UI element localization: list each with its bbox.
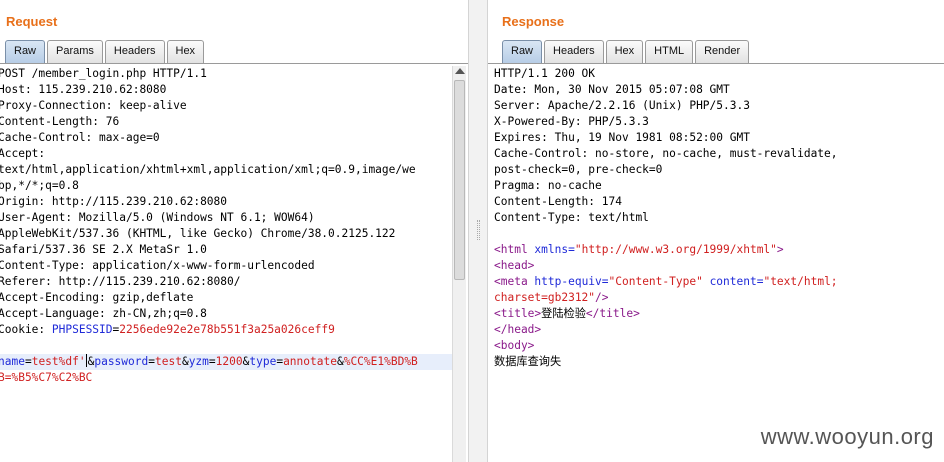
html-attr-value: charset=gb2312" bbox=[494, 291, 596, 304]
html-line: <meta http-equiv="Content-Type" content=… bbox=[494, 274, 944, 290]
param-value: B=%B5%C7%C2%BC bbox=[0, 371, 93, 384]
param-value: test bbox=[154, 355, 182, 368]
param-value: 1200 bbox=[215, 355, 243, 368]
param-value: annotate bbox=[283, 355, 337, 368]
request-line: POST /member_login.php HTTP/1.1 bbox=[0, 67, 207, 80]
watermark: www.wooyun.org bbox=[760, 424, 934, 449]
param-value: %CC%E1%BD%B bbox=[343, 355, 418, 368]
html-line: charset=gb2312"/> bbox=[494, 290, 944, 306]
html-line: 数据库查询失 bbox=[494, 354, 944, 370]
html-tag: </head> bbox=[494, 323, 542, 336]
response-line: X-Powered-By: PHP/5.3.3 bbox=[494, 115, 649, 128]
response-line: Cache-Control: no-store, no-cache, must-… bbox=[494, 147, 838, 160]
scroll-thumb[interactable] bbox=[454, 80, 465, 280]
request-line: Accept: bbox=[0, 147, 46, 160]
html-line: <head> bbox=[494, 258, 944, 274]
response-line: HTTP/1.1 200 OK bbox=[494, 67, 596, 80]
request-editor[interactable]: POST /member_login.php HTTP/1.1 Host: 11… bbox=[0, 66, 452, 462]
body-line: B=%B5%C7%C2%BC bbox=[0, 370, 452, 386]
request-tabbar: Raw Params Headers Hex bbox=[5, 40, 206, 64]
param-name: password bbox=[94, 355, 149, 368]
request-line: Host: 115.239.210.62:8080 bbox=[0, 83, 167, 96]
request-line: Cache-Control: max-age=0 bbox=[0, 131, 160, 144]
request-scrollbar[interactable] bbox=[452, 66, 466, 462]
request-line: Content-Type: application/x-www-form-url… bbox=[0, 259, 315, 272]
html-attr: http-equiv= bbox=[534, 275, 609, 288]
request-line: User-Agent: Mozilla/5.0 (Windows NT 6.1;… bbox=[0, 211, 315, 224]
html-line: <title>登陆检验</title> bbox=[494, 306, 944, 322]
tab-html[interactable]: HTML bbox=[645, 40, 694, 63]
param-name: type bbox=[249, 355, 277, 368]
html-tag: /> bbox=[595, 291, 609, 304]
response-line: Pragma: no-cache bbox=[494, 179, 602, 192]
html-line: </head> bbox=[494, 322, 944, 338]
cookie-line: Cookie: PHPSESSID=2256ede92e2e78b551f3a2… bbox=[0, 323, 335, 336]
pane-splitter[interactable] bbox=[468, 0, 488, 462]
text-cursor bbox=[85, 354, 87, 367]
html-attr-value: "text/html; bbox=[763, 275, 838, 288]
html-attr: content= bbox=[709, 275, 764, 288]
response-line: Server: Apache/2.2.16 (Unix) PHP/5.3.3 bbox=[494, 99, 750, 112]
response-tabbar: Raw Headers Hex HTML Render bbox=[502, 40, 751, 64]
param-name: yzm bbox=[188, 355, 209, 368]
tab-hex[interactable]: Hex bbox=[605, 40, 644, 63]
html-tag: <meta bbox=[494, 275, 535, 288]
response-title: Response bbox=[502, 14, 565, 29]
response-line: Date: Mon, 30 Nov 2015 05:07:08 GMT bbox=[494, 83, 730, 96]
request-line: text/html,application/xhtml+xml,applicat… bbox=[0, 163, 416, 176]
request-line: Safari/537.36 SE 2.X MetaSr 1.0 bbox=[0, 243, 207, 256]
tab-raw[interactable]: Raw bbox=[5, 40, 46, 63]
response-line: post-check=0, pre-check=0 bbox=[494, 163, 663, 176]
request-title: Request bbox=[6, 14, 58, 29]
body-line: name=test%df' &password=test&yzm=1200&typ… bbox=[0, 354, 452, 370]
splitter-grip-icon bbox=[477, 220, 480, 240]
html-tag: > bbox=[776, 243, 784, 256]
request-line: bp,*/*;q=0.8 bbox=[0, 179, 79, 192]
request-line: Referer: http://115.239.210.62:8080/ bbox=[0, 275, 241, 288]
tab-hex[interactable]: Hex bbox=[166, 40, 205, 63]
request-pane: Request Raw Params Headers Hex POST /mem… bbox=[0, 0, 468, 462]
request-line: Accept-Encoding: gzip,deflate bbox=[0, 291, 194, 304]
tab-raw[interactable]: Raw bbox=[502, 40, 543, 63]
html-attr-value: "http://www.w3.org/1999/xhtml" bbox=[574, 243, 777, 256]
html-text: 登陆检验 bbox=[541, 307, 586, 320]
request-line: Proxy-Connection: keep-alive bbox=[0, 99, 187, 112]
html-tag: <html bbox=[494, 243, 535, 256]
tab-params[interactable]: Params bbox=[47, 40, 103, 63]
tab-headers[interactable]: Headers bbox=[544, 40, 604, 63]
tab-render[interactable]: Render bbox=[695, 40, 750, 63]
html-tag: <title> bbox=[494, 307, 542, 320]
param-value: test%df' bbox=[31, 355, 86, 368]
html-tag: <body> bbox=[494, 339, 535, 352]
param-name: name bbox=[0, 355, 25, 368]
response-editor[interactable]: HTTP/1.1 200 OK Date: Mon, 30 Nov 2015 0… bbox=[494, 66, 944, 462]
html-attr-value: "Content-Type" bbox=[608, 275, 703, 288]
request-line: Origin: http://115.239.210.62:8080 bbox=[0, 195, 228, 208]
request-line: Accept-Language: zh-CN,zh;q=0.8 bbox=[0, 307, 207, 320]
response-line: Content-Type: text/html bbox=[494, 211, 649, 224]
html-attr: xmlns= bbox=[534, 243, 575, 256]
cookie-label: Cookie: bbox=[0, 323, 52, 336]
response-line: Content-Length: 174 bbox=[494, 195, 622, 208]
html-line: <html xmlns="http://www.w3.org/1999/xhtm… bbox=[494, 242, 944, 258]
cookie-name: PHPSESSID bbox=[51, 323, 113, 336]
html-text: 数据库查询失 bbox=[494, 355, 562, 368]
tab-headers[interactable]: Headers bbox=[104, 40, 165, 63]
html-line: <body> bbox=[494, 338, 944, 354]
request-line: AppleWebKit/537.36 (KHTML, like Gecko) C… bbox=[0, 227, 396, 240]
request-line: Content-Length: 76 bbox=[0, 115, 120, 128]
html-tag: </title> bbox=[585, 307, 640, 320]
tab-underline bbox=[488, 63, 944, 64]
tab-underline bbox=[0, 63, 468, 64]
html-tag: <head> bbox=[494, 259, 535, 272]
cookie-value: 2256ede92e2e78b551f3a25a026ceff9 bbox=[119, 323, 335, 336]
scroll-up-arrow-icon[interactable] bbox=[455, 68, 465, 74]
response-line: Expires: Thu, 19 Nov 1981 08:52:00 GMT bbox=[494, 131, 750, 144]
response-pane: Response Raw Headers Hex HTML Render HTT… bbox=[488, 0, 944, 462]
